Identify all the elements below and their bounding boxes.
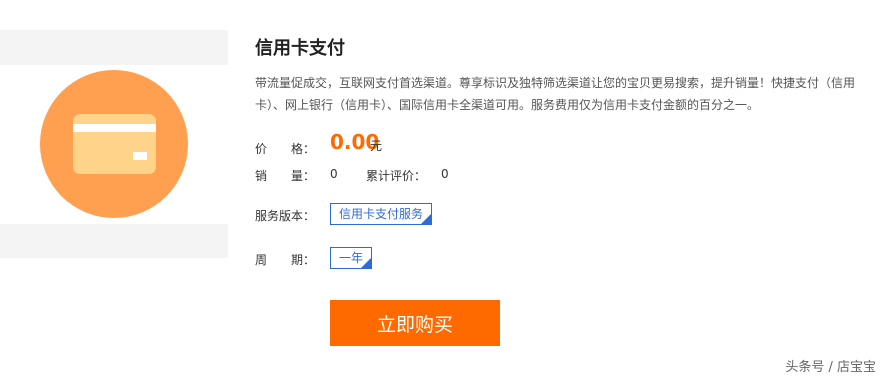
- price-unit: 元: [370, 139, 383, 153]
- card-chip: [133, 152, 147, 160]
- buy-now-button[interactable]: 立即购买: [330, 300, 500, 346]
- price-label: 价 格：: [255, 142, 316, 156]
- card-shape: [73, 114, 156, 174]
- selected-corner-icon: [361, 258, 372, 268]
- period-option[interactable]: 一年: [330, 247, 373, 269]
- watermark: 头条号 / 店宝宝: [785, 360, 876, 375]
- product-description: 带流量促成交，互联网支付首选渠道。尊享标识及独特筛选渠道让您的宝贝更易搜索，提升…: [255, 76, 856, 112]
- card-stripe: [73, 124, 156, 132]
- period-label: 周 期：: [255, 253, 316, 267]
- edition-label: 服务版本：: [255, 209, 316, 223]
- sales-label: 销 量：: [255, 169, 316, 183]
- image-band-top: [0, 30, 228, 65]
- edition-option[interactable]: 信用卡支付服务: [330, 203, 433, 225]
- edition-option-label: 信用卡支付服务: [339, 207, 424, 221]
- product-title: 信用卡支付: [255, 38, 345, 59]
- review-value: 0: [441, 167, 449, 181]
- review-label: 累计评价：: [366, 169, 427, 183]
- selected-corner-icon: [421, 214, 432, 224]
- sales-value: 0: [330, 167, 338, 181]
- image-band-bottom: [0, 224, 228, 258]
- period-option-label: 一年: [339, 251, 364, 265]
- credit-card-icon: [40, 70, 188, 218]
